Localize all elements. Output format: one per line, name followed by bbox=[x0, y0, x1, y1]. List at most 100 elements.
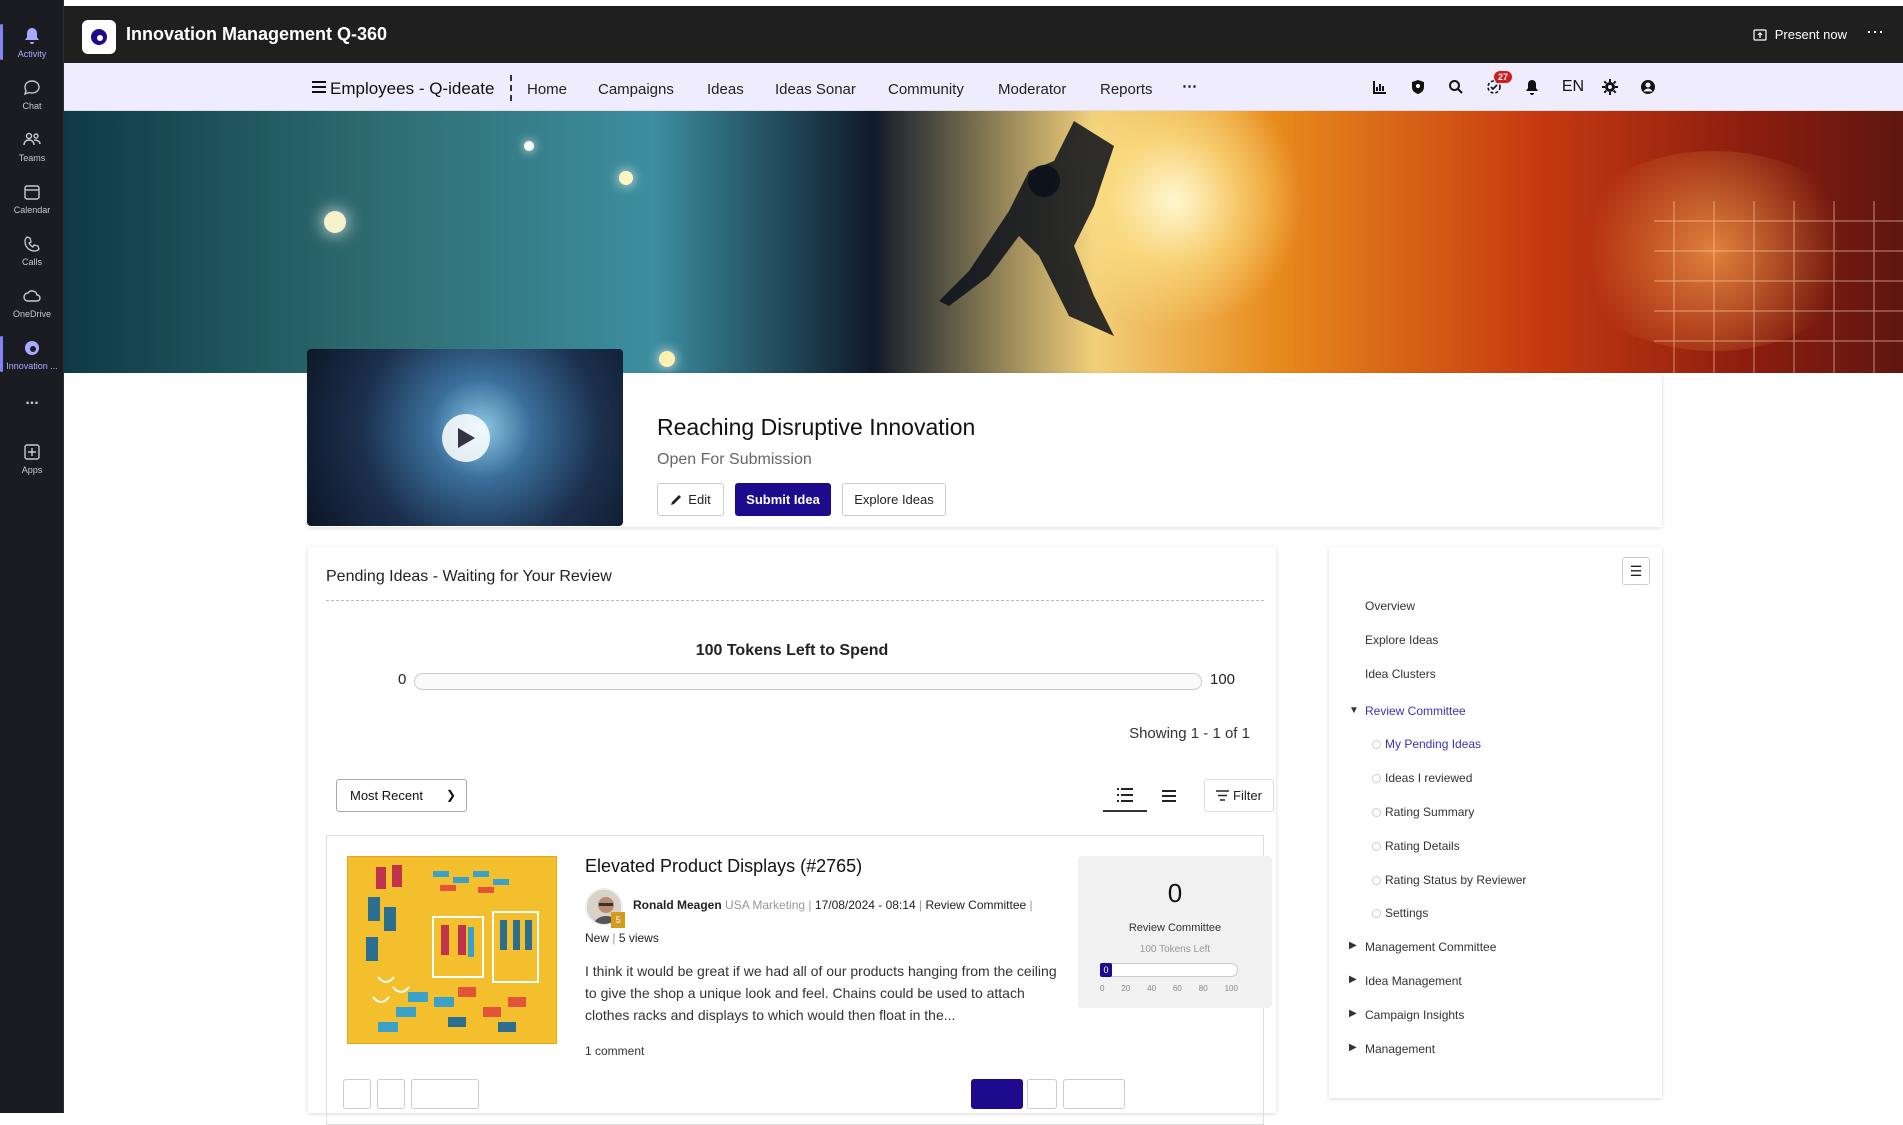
rail-teams[interactable]: Teams bbox=[0, 122, 64, 170]
sidebar-item-campaign-insights[interactable]: Campaign Insights bbox=[1365, 1008, 1464, 1022]
figure-silhouette bbox=[939, 121, 1114, 336]
idea-action-button[interactable] bbox=[411, 1079, 479, 1109]
explore-ideas-button[interactable]: Explore Ideas bbox=[842, 483, 946, 516]
notification-count-badge: 27 bbox=[1494, 71, 1513, 83]
sidebar-item-idea-management[interactable]: Idea Management bbox=[1365, 974, 1462, 988]
sidebar-item-rating-details[interactable]: Rating Details bbox=[1372, 839, 1460, 853]
idea-description: I think it would be great if we had all … bbox=[585, 963, 1057, 1023]
caret-right-icon[interactable]: ▶ bbox=[1349, 940, 1357, 951]
sidebar-item-review-committee[interactable]: Review Committee bbox=[1365, 704, 1466, 718]
app-title: Innovation Management Q-360 bbox=[126, 24, 388, 44]
compact-list-view-icon[interactable] bbox=[1147, 779, 1191, 812]
idea-meta: Ronald Meagen USA Marketing | 17/08/2024… bbox=[633, 898, 1033, 912]
shield-user-icon[interactable] bbox=[1408, 77, 1428, 97]
sidebar-item-settings[interactable]: Settings bbox=[1371, 906, 1428, 920]
sidebar-item-management-committee[interactable]: Management Committee bbox=[1365, 940, 1496, 954]
more-icon: ... bbox=[25, 391, 39, 408]
detailed-list-view-icon[interactable] bbox=[1103, 779, 1147, 812]
rail-more[interactable]: ... bbox=[0, 376, 64, 424]
idea-views: 5 views bbox=[618, 931, 659, 945]
campaign-sidebar: ☰ Overview Explore Ideas Idea Clusters ▼… bbox=[1329, 547, 1662, 1098]
language-selector[interactable]: EN bbox=[1558, 77, 1588, 97]
sidebar-item-explore-ideas[interactable]: Explore Ideas bbox=[1365, 633, 1438, 647]
nav-more[interactable]: ⋯ bbox=[1182, 77, 1197, 95]
token-slider-handle[interactable]: 0 bbox=[1100, 963, 1112, 977]
apps-icon bbox=[24, 443, 40, 460]
idea-title[interactable]: Elevated Product Displays (#2765) bbox=[585, 856, 862, 877]
chat-icon bbox=[23, 79, 40, 95]
campaign-status: Open For Submission bbox=[657, 451, 812, 468]
sidebar-item-management[interactable]: Management bbox=[1365, 1042, 1435, 1056]
pencil-icon bbox=[671, 494, 682, 505]
idea-date: 17/08/2024 - 08:14 bbox=[814, 898, 916, 912]
sidebar-menu-icon[interactable]: ☰ bbox=[1622, 557, 1650, 585]
token-slider-ticks: 0 20 40 60 80 100 bbox=[1100, 984, 1238, 993]
window-titlebar: Innovation Management Q-360 Present now … bbox=[64, 6, 1903, 63]
results-count: Showing 1 - 1 of 1 bbox=[1129, 725, 1250, 742]
rail-activity[interactable]: Activity bbox=[0, 18, 64, 66]
slider-min-label: 0 bbox=[398, 671, 407, 688]
author-department: USA Marketing bbox=[725, 898, 806, 912]
caret-right-icon[interactable]: ▶ bbox=[1349, 1042, 1357, 1053]
nav-moderator[interactable]: Moderator bbox=[998, 81, 1066, 98]
rail-calls[interactable]: Calls bbox=[0, 226, 64, 274]
analytics-icon[interactable] bbox=[1370, 77, 1390, 97]
filter-button[interactable]: Filter bbox=[1204, 779, 1274, 812]
filter-icon bbox=[1216, 790, 1230, 801]
share-icon[interactable] bbox=[1027, 1079, 1057, 1109]
sort-select[interactable]: Most Recent ❯ bbox=[336, 779, 467, 812]
rail-onedrive[interactable]: OneDrive bbox=[0, 278, 64, 326]
nav-home[interactable]: Home bbox=[527, 81, 567, 98]
idea-stage: Review Committee bbox=[925, 898, 1027, 912]
token-slider-track[interactable] bbox=[1100, 963, 1238, 977]
sidebar-item-ideas-reviewed[interactable]: Ideas I reviewed bbox=[1371, 771, 1472, 785]
sidebar-item-idea-clusters[interactable]: Idea Clusters bbox=[1365, 667, 1436, 681]
sidebar-item-rating-status[interactable]: Rating Status by Reviewer bbox=[1371, 873, 1526, 887]
edit-campaign-button[interactable]: Edit bbox=[657, 483, 724, 516]
hamburger-icon[interactable] bbox=[310, 78, 328, 96]
rail-chat[interactable]: Chat bbox=[0, 70, 64, 118]
sidebar-item-rating-summary[interactable]: Rating Summary bbox=[1371, 805, 1474, 819]
notifications-bell-icon[interactable] bbox=[1522, 77, 1542, 97]
idea-secondary-action-button[interactable] bbox=[1063, 1079, 1125, 1109]
sidebar-item-overview[interactable]: Overview bbox=[1365, 599, 1415, 613]
campaign-title: Reaching Disruptive Innovation bbox=[657, 414, 976, 440]
user-profile-icon[interactable] bbox=[1638, 77, 1658, 97]
tasks-icon[interactable]: 27 bbox=[1484, 71, 1513, 97]
play-icon[interactable] bbox=[442, 414, 490, 462]
review-score: 0 bbox=[1167, 878, 1183, 908]
teams-app-rail: Activity Chat Teams Calendar Calls OneDr… bbox=[0, 0, 64, 1113]
author-name[interactable]: Ronald Meagen bbox=[633, 898, 722, 912]
rail-innovation-app[interactable]: Innovation ... bbox=[0, 330, 64, 378]
nav-reports[interactable]: Reports bbox=[1100, 81, 1153, 98]
grid-decoration bbox=[1654, 201, 1903, 373]
search-icon[interactable] bbox=[1446, 77, 1466, 97]
rail-apps[interactable]: Apps bbox=[0, 434, 64, 482]
nav-campaigns[interactable]: Campaigns bbox=[598, 81, 674, 98]
settings-gear-icon[interactable] bbox=[1600, 77, 1620, 97]
nav-ideas-sonar[interactable]: Ideas Sonar bbox=[775, 81, 856, 98]
comments-link[interactable]: 1 comment bbox=[585, 1044, 644, 1058]
window-more-icon[interactable]: ⋯ bbox=[1866, 22, 1885, 43]
idea-image[interactable] bbox=[347, 856, 557, 1044]
author-level-badge: 5 bbox=[611, 912, 625, 928]
nav-ideas[interactable]: Ideas bbox=[707, 81, 744, 98]
submit-idea-button[interactable]: Submit Idea bbox=[735, 483, 831, 516]
idea-action-icon-1[interactable] bbox=[343, 1079, 371, 1109]
phone-icon bbox=[24, 235, 40, 252]
community-switcher[interactable]: Employees - Q-ideate bbox=[330, 79, 494, 99]
caret-down-icon[interactable]: ▼ bbox=[1349, 705, 1359, 716]
nav-community[interactable]: Community bbox=[888, 81, 964, 98]
present-now-button[interactable]: Present now bbox=[1753, 27, 1847, 42]
idea-primary-action-button[interactable] bbox=[971, 1079, 1023, 1109]
campaign-video-thumbnail[interactable] bbox=[307, 349, 623, 526]
caret-right-icon[interactable]: ▶ bbox=[1349, 974, 1357, 985]
sidebar-item-my-pending-ideas[interactable]: My Pending Ideas bbox=[1371, 737, 1481, 751]
idea-action-icon-2[interactable] bbox=[377, 1079, 405, 1109]
rail-calendar[interactable]: Calendar bbox=[0, 174, 64, 222]
slider-max-label: 100 bbox=[1210, 671, 1236, 688]
calendar-icon bbox=[24, 184, 40, 200]
review-score-widget: 0 Review Committee 100 Tokens Left 0 0 2… bbox=[1078, 856, 1272, 1008]
chevron-down-icon: ❯ bbox=[445, 788, 456, 802]
caret-right-icon[interactable]: ▶ bbox=[1349, 1008, 1357, 1019]
